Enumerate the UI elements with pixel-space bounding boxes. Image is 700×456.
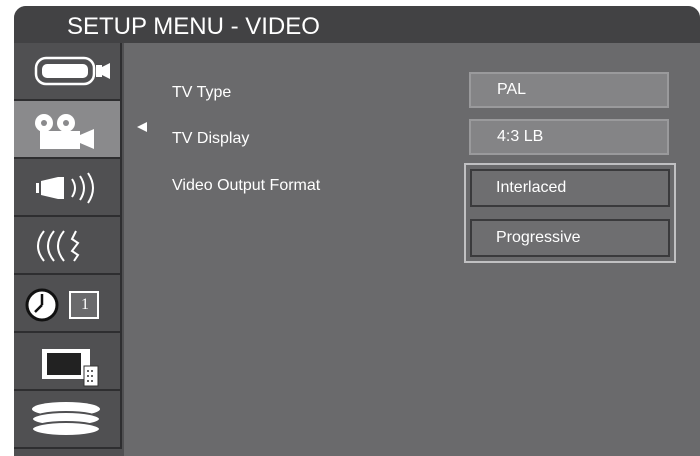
video-output-options: Interlaced Progressive	[464, 163, 676, 263]
clock-badge: 1	[81, 296, 89, 313]
sidebar-item-language[interactable]	[14, 217, 122, 275]
tv-display-value[interactable]: 4:3 LB	[469, 119, 669, 155]
tv-display-label: TV Display	[172, 130, 250, 147]
setup-menu-window: SETUP MENU - VIDEO 1 TV Type PAL TV Disp…	[14, 6, 700, 456]
sidebar-item-display[interactable]	[14, 333, 122, 391]
option-interlaced[interactable]: Interlaced	[470, 169, 670, 207]
clock-icon	[25, 288, 99, 322]
sidebar-item-camcorder[interactable]	[14, 43, 122, 101]
tv-type-value[interactable]: PAL	[469, 72, 669, 108]
speaker-icon	[36, 172, 94, 204]
subtitle-waves-icon	[37, 230, 80, 262]
sidebar-item-audio[interactable]	[14, 159, 122, 217]
selected-pointer-icon	[137, 122, 147, 132]
video-output-format-label: Video Output Format	[172, 177, 321, 194]
sidebar-item-video[interactable]	[14, 101, 122, 159]
camcorder-icon	[34, 56, 110, 86]
video-camera-icon	[35, 114, 94, 149]
sidebar: 1	[14, 43, 124, 456]
sidebar-item-time[interactable]: 1	[14, 275, 122, 333]
tv-type-label: TV Type	[172, 84, 232, 101]
title-bar: SETUP MENU - VIDEO	[14, 6, 700, 43]
disc-stack-icon	[31, 402, 101, 437]
option-progressive[interactable]: Progressive	[470, 219, 670, 257]
sidebar-item-disc[interactable]	[14, 391, 122, 449]
tv-remote-icon	[42, 349, 99, 387]
menu-title: SETUP MENU - VIDEO	[67, 13, 320, 40]
